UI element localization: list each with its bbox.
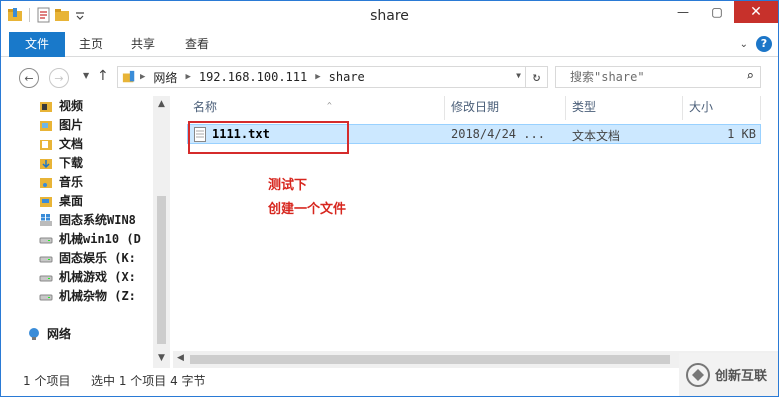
sort-ascending-icon: ^ [327,101,332,110]
tab-home[interactable]: 主页 [71,32,111,57]
sidebar-item-drive-k[interactable]: 固态娱乐 (K: [39,248,136,267]
search-icon[interactable]: ⌕ [746,67,754,87]
downloads-folder-icon [40,158,52,169]
scroll-down-icon[interactable]: ▼ [153,353,170,363]
sidebar-item-drive-z[interactable]: 机械杂物 (Z: [39,286,136,305]
scrollbar-thumb[interactable] [157,196,166,344]
drive-icon [39,256,53,262]
forward-button[interactable]: → [49,68,69,88]
windows-drive-icon [40,213,52,226]
selection-info: 选中 1 个项目 4 字节 [91,374,206,388]
navigation-pane: 视频 图片 文档 下载 音乐 桌面 固态系统WIN8 机械win10 (D 固态… [1,96,171,368]
tab-view[interactable]: 查看 [177,32,217,57]
breadcrumb-network[interactable]: 网络 [149,69,181,86]
watermark-logo: 创新互联 [679,353,778,396]
refresh-icon[interactable]: ↻ [525,67,547,87]
sidebar-item-drive-x[interactable]: 机械游戏 (X: [39,267,136,286]
explorer-window: share — ▢ ✕ 文件 主页 共享 查看 ⌄ ? ← → ▼ ↑ ▶ 网络… [0,0,779,397]
sidebar-item-videos[interactable]: 视频 [39,96,83,115]
close-button[interactable]: ✕ [734,1,778,23]
address-dropdown-icon[interactable]: ▼ [516,71,521,80]
up-arrow-icon[interactable]: ↑ [97,68,109,84]
sidebar-item-pictures[interactable]: 图片 [39,115,83,134]
music-folder-icon [40,177,52,188]
column-header-type[interactable]: 类型 [566,96,683,120]
breadcrumb-share[interactable]: share [325,70,369,84]
brand-logo-icon [686,362,710,387]
scrollbar-thumb[interactable] [190,355,670,364]
breadcrumb-host[interactable]: 192.168.100.111 [195,70,311,84]
title-bar: share — ▢ ✕ [1,1,778,32]
maximize-button[interactable]: ▢ [700,1,734,23]
status-bar: 1 个项目 选中 1 个项目 4 字节 [1,368,778,396]
ribbon-tabs: 文件 主页 共享 查看 ⌄ ? [1,32,778,57]
scroll-up-icon[interactable]: ▲ [153,99,170,109]
drive-icon [39,294,53,300]
sidebar-item-documents[interactable]: 文档 [39,134,83,153]
file-type: 文本文档 [572,129,621,143]
expand-ribbon-icon[interactable]: ⌄ [740,39,748,50]
documents-folder-icon [40,139,52,150]
navigation-bar: ← → ▼ ↑ ▶ 网络 ▶ 192.168.100.111 ▶ share ▼… [1,58,778,96]
recent-locations-dropdown-icon[interactable]: ▼ [83,71,89,80]
window-title: share [370,8,409,24]
item-count: 1 个项目 [23,374,71,388]
sidebar-item-network[interactable]: 网络 [27,324,71,343]
sidebar-item-desktop[interactable]: 桌面 [39,191,83,210]
scroll-left-icon[interactable]: ◀ [177,353,184,363]
tab-file[interactable]: 文件 [9,32,65,57]
network-folder-icon [122,70,135,83]
window-controls: — ▢ ✕ [666,1,778,23]
drive-icon [39,237,53,243]
sidebar-item-music[interactable]: 音乐 [39,172,83,191]
desktop-folder-icon [40,196,52,207]
back-button[interactable]: ← [19,68,39,88]
nav-pane-scrollbar[interactable]: ▲ ▼ [153,96,170,368]
drive-icon [39,275,53,281]
sidebar-item-downloads[interactable]: 下载 [39,153,83,172]
network-icon [29,327,39,340]
column-header-name[interactable]: 名称 ^ [187,96,445,120]
minimize-button[interactable]: — [666,1,700,23]
pictures-folder-icon [40,120,52,131]
sidebar-item-drive-d[interactable]: 机械win10 (D [39,229,141,248]
help-icon[interactable]: ? [756,36,772,52]
file-list: 名称 ^ 修改日期 类型 大小 1111.txt 2018/4/24 ... 文… [173,96,778,368]
search-input[interactable]: 搜索"share" ⌕ [555,66,761,88]
highlight-box [188,121,349,154]
tab-share[interactable]: 共享 [123,32,163,57]
video-folder-icon [40,101,52,112]
annotation-line-1: 测试下 [268,177,308,192]
sidebar-item-drive-c[interactable]: 固态系统WIN8 [39,210,136,229]
column-header-modified[interactable]: 修改日期 [445,96,566,120]
column-header-size[interactable]: 大小 [683,96,761,120]
annotation-line-2: 创建一个文件 [268,201,347,216]
address-bar[interactable]: ▶ 网络 ▶ 192.168.100.111 ▶ share ▼ ↻ [117,66,548,88]
file-size: 1 KB [727,127,756,141]
file-modified: 2018/4/24 ... [451,127,545,141]
